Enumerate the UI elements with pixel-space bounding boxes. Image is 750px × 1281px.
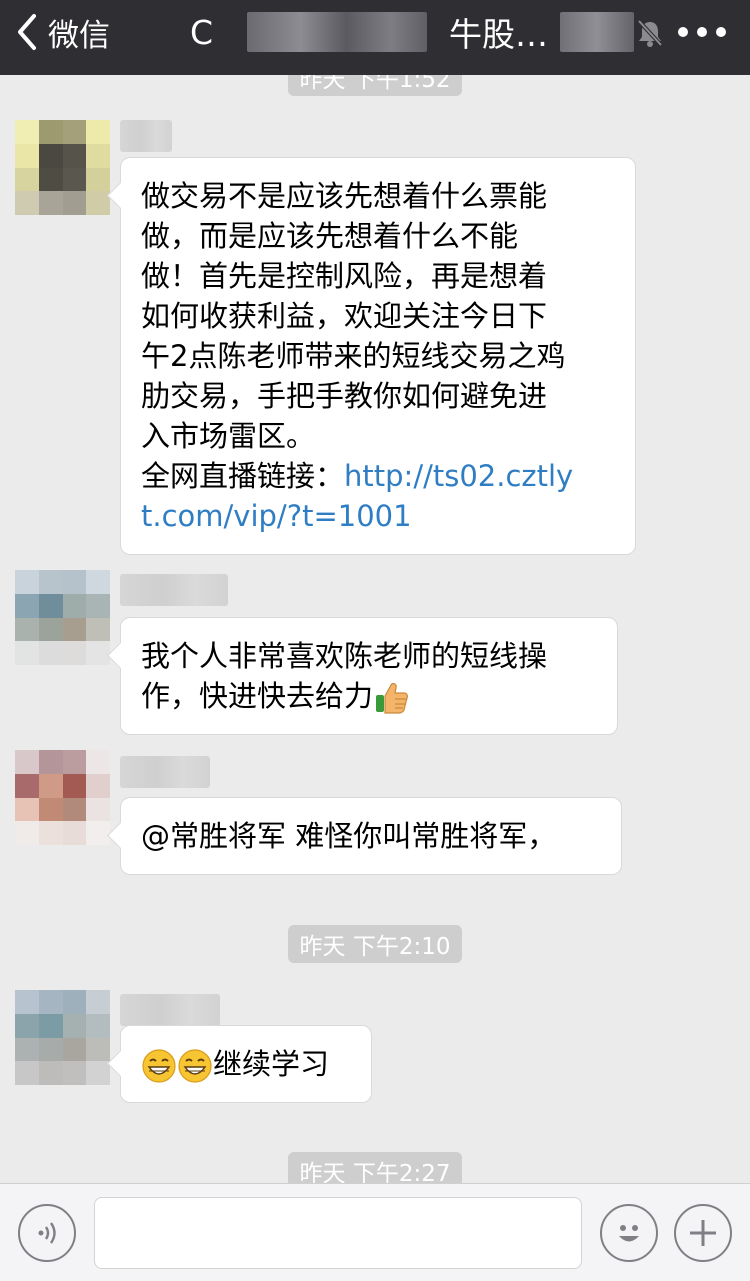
avatar[interactable] — [15, 120, 110, 215]
message-text: 作，快进快去给力 — [141, 679, 374, 713]
message-text-line: 午2点陈老师带来的短线交易之鸡 — [141, 339, 566, 373]
input-bar — [0, 1183, 750, 1281]
back-button[interactable]: 微信 — [14, 0, 110, 64]
message-link-line: 全网直播链接：http://ts02.cztly — [141, 456, 615, 496]
message-bubble[interactable]: 做交易不是应该先想着什么票能 做，而是应该先想着什么不能 做！首先是控制风险，再… — [120, 157, 636, 555]
message-text-line: @常胜将军 难怪你叫常胜将军， — [141, 819, 557, 853]
redacted-title-count — [560, 12, 635, 52]
message-text-line: 肋交易，手把手教你如何避免进 — [141, 379, 548, 413]
voice-icon — [38, 1222, 56, 1244]
message-text-line: 作，快进快去给力 — [141, 676, 597, 716]
message-bubble[interactable]: 继续学习 — [120, 1025, 372, 1103]
redacted-title-segment — [247, 12, 428, 52]
plus-icon — [690, 1220, 716, 1246]
more-options-icon[interactable] — [678, 22, 726, 42]
sender-name-redacted — [120, 120, 172, 152]
chat-title[interactable]: C 牛股… — [190, 0, 635, 64]
avatar[interactable] — [15, 990, 110, 1085]
message-text: 继续学习 — [213, 1047, 330, 1081]
voice-input-button[interactable] — [18, 1204, 76, 1262]
grinning-face-emoji-icon — [142, 1049, 176, 1083]
navigation-bar: 微信 C 牛股… — [0, 0, 750, 75]
message-text-line: 入市场雷区。 — [141, 419, 316, 453]
message-text-line: 如何收获利益，欢迎关注今日下 — [141, 299, 548, 333]
live-stream-link[interactable]: http://ts02.cztly — [344, 459, 573, 493]
back-label: 微信 — [48, 17, 110, 54]
message-text-line: 继续学习 — [141, 1044, 351, 1084]
sender-name-redacted — [120, 994, 220, 1026]
message-bubble[interactable]: @常胜将军 难怪你叫常胜将军， — [120, 797, 622, 875]
message-text-line: 做，而是应该先想着什么不能 — [141, 219, 519, 253]
avatar[interactable] — [15, 750, 110, 845]
mute-bell-icon — [637, 19, 663, 47]
sender-name-redacted — [120, 756, 210, 788]
link-prefix: 全网直播链接： — [141, 459, 345, 493]
avatar[interactable] — [15, 570, 110, 665]
chevron-left-icon — [18, 14, 36, 50]
message-bubble[interactable]: 我个人非常喜欢陈老师的短线操 作，快进快去给力 — [120, 617, 618, 735]
emoji-button[interactable] — [600, 1204, 658, 1262]
live-stream-link-continued[interactable]: t.com/vip/?t=1001 — [141, 496, 615, 536]
title-main: 牛股… — [449, 15, 549, 54]
title-prefix: C — [190, 12, 214, 52]
message-text-line: 我个人非常喜欢陈老师的短线操 — [141, 639, 548, 673]
message-text-line: 做交易不是应该先想着什么票能 — [141, 179, 548, 213]
grinning-face-emoji-icon — [178, 1049, 212, 1083]
timestamp-mid: 昨天 下午2:10 — [288, 925, 462, 963]
thumbs-up-emoji-icon — [376, 682, 408, 714]
sender-name-redacted — [120, 574, 228, 606]
smiley-face-icon — [619, 1225, 639, 1242]
message-input[interactable] — [94, 1197, 582, 1269]
more-features-button[interactable] — [674, 1204, 732, 1262]
message-text-line: 做！首先是控制风险，再是想着 — [141, 259, 548, 293]
